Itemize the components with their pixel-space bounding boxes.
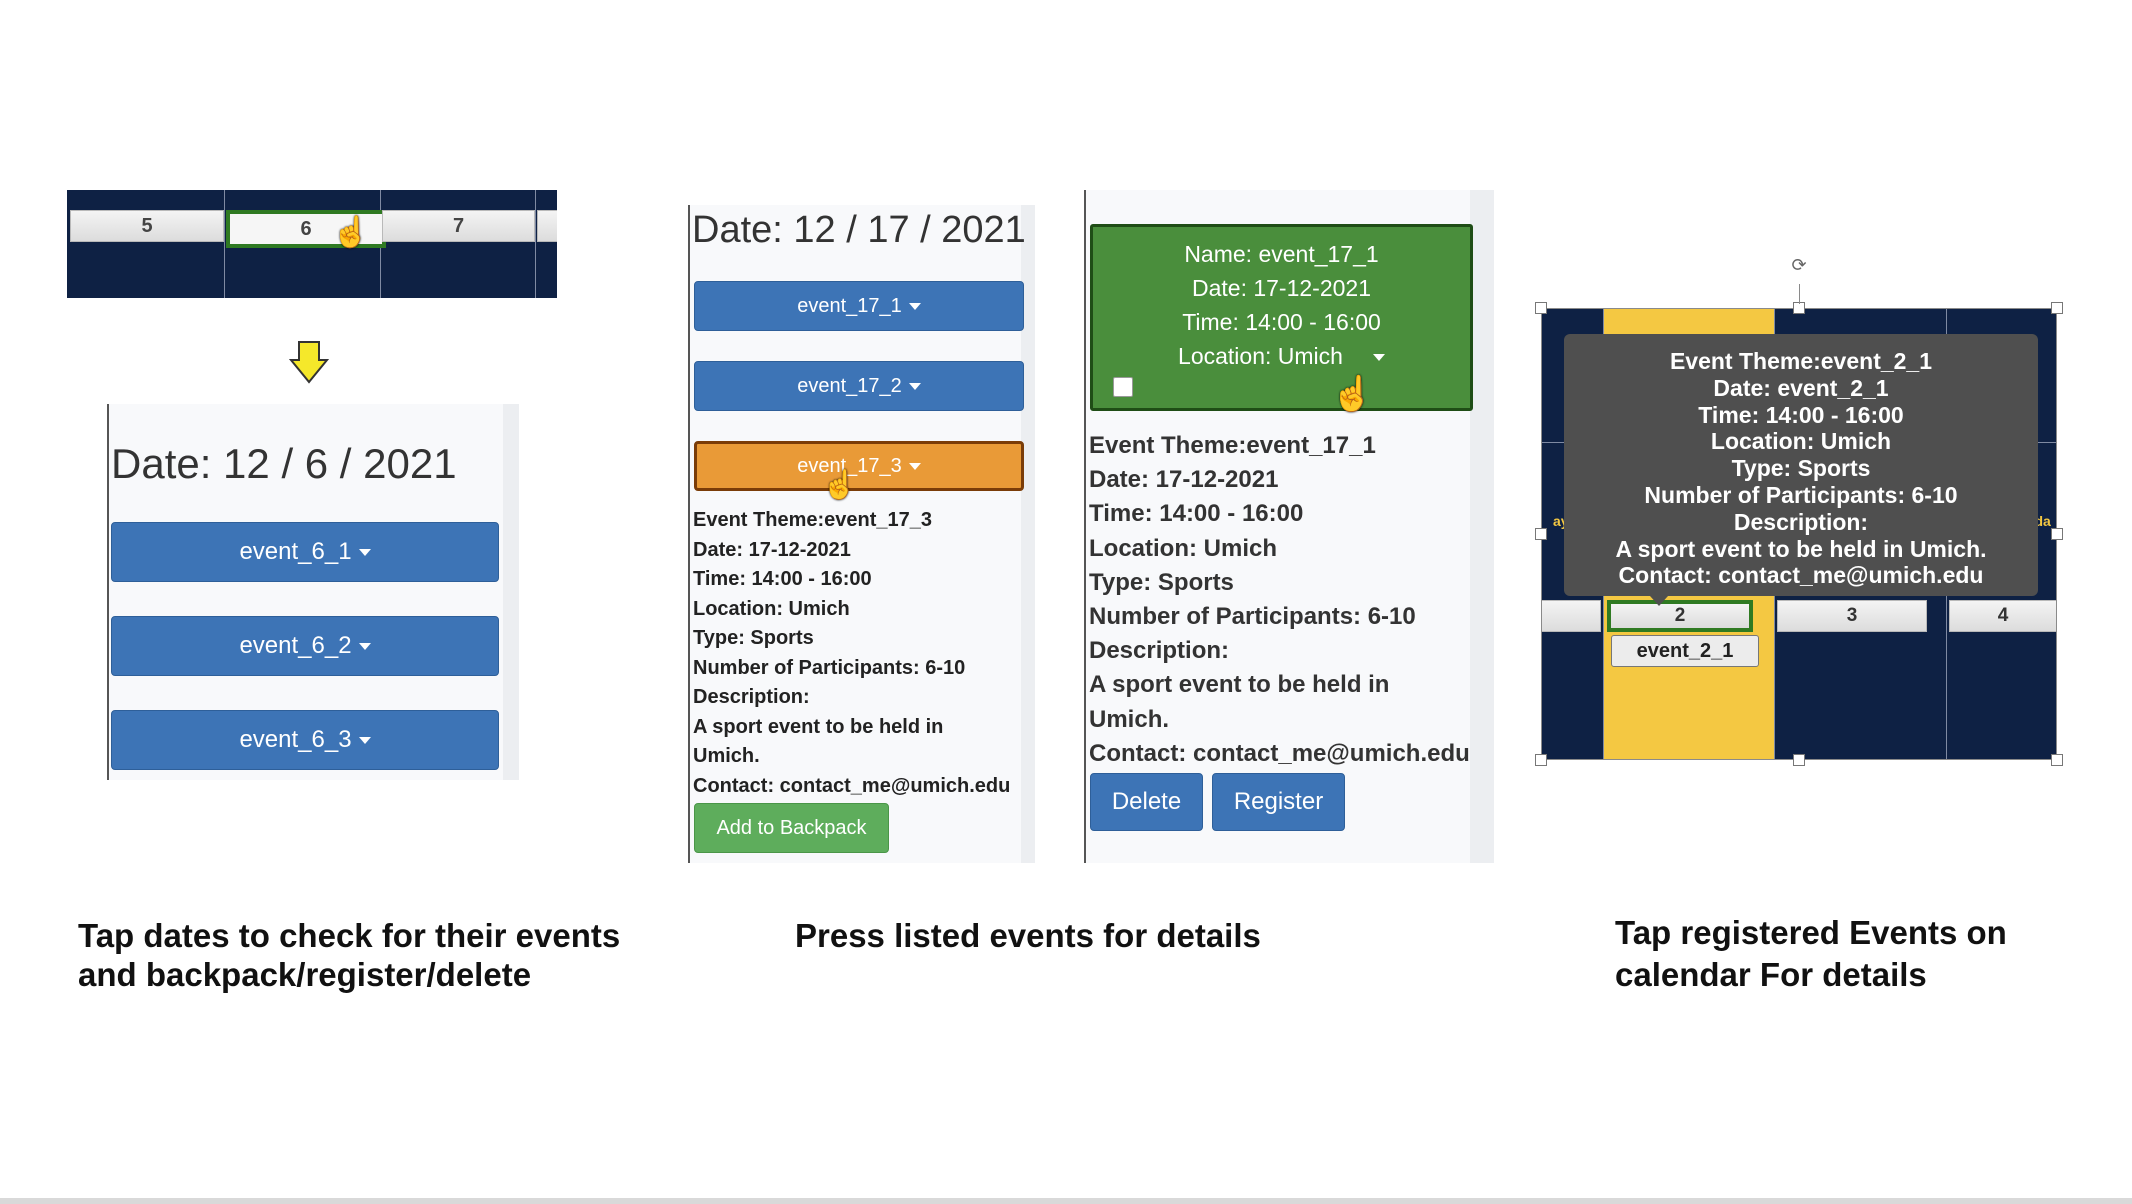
scrollbar[interactable] — [1470, 190, 1494, 863]
event-details: Event Theme:event_17_1 Date: 17-12-2021 … — [1089, 429, 1470, 771]
checkbox-icon[interactable] — [1113, 377, 1133, 397]
bottom-divider — [0, 1198, 2132, 1204]
resize-handle[interactable] — [1535, 754, 1547, 766]
register-button[interactable]: Register — [1212, 773, 1345, 831]
resize-handle[interactable] — [2051, 528, 2063, 540]
event-button-event_6_1[interactable]: event_6_1 — [111, 522, 499, 582]
grid-line — [224, 190, 225, 298]
rotate-icon[interactable]: ⟳ — [1788, 254, 1810, 276]
caret-down-icon — [358, 736, 371, 744]
detail-participants: Number of Participants: 6-10 — [693, 656, 966, 679]
detail-description-label: Description: — [693, 686, 810, 708]
detail-date: Date: 17-12-2021 — [693, 538, 851, 561]
hand-pointer-icon: ☝ — [1331, 375, 1374, 413]
resize-handle[interactable] — [1793, 754, 1805, 766]
event-button-event_17_1[interactable]: event_17_1 — [694, 281, 1024, 331]
detail-description-text: A sport event to be held in — [693, 715, 944, 738]
caption-line: and backpack/register/delete — [78, 956, 532, 993]
event-detail-panel: Name: event_17_1 Date: 17-12-2021 Time: … — [1084, 190, 1494, 863]
detail-theme: Event Theme:event_17_3 — [693, 509, 933, 531]
caption-events: Press listed events for details — [795, 917, 1261, 954]
detail-participants: Number of Participants: 6-10 — [1089, 603, 1416, 631]
event-label: event_6_2 — [239, 632, 352, 659]
selection-frame[interactable] — [1541, 308, 2057, 760]
caption-dates: Tap dates to check for their events and … — [78, 916, 620, 994]
caption-line: Tap dates to check for their events — [78, 917, 621, 954]
resize-handle[interactable] — [1535, 528, 1547, 540]
down-arrow-icon — [289, 341, 329, 384]
caret-down-icon — [358, 642, 371, 650]
event-label: event_6_1 — [239, 538, 352, 565]
caption-calendar: Tap registered Events on calendar For de… — [1615, 912, 2007, 996]
date-header: Date: 12 / 17 / 2021 — [692, 209, 1026, 251]
event-label: event_17_2 — [797, 374, 902, 397]
card-location-text: Location: Umich — [1178, 343, 1343, 369]
detail-time: Time: 14:00 - 16:00 — [693, 568, 872, 590]
event-button-event_6_2[interactable]: event_6_2 — [111, 616, 499, 676]
resize-handle[interactable] — [2051, 754, 2063, 766]
detail-type: Type: Sports — [1089, 568, 1234, 596]
resize-handle[interactable] — [1535, 302, 1547, 314]
event-button-event_6_3[interactable]: event_6_3 — [111, 710, 499, 770]
card-name: Name: event_17_1 — [1184, 241, 1379, 267]
event-button-event_17_3[interactable]: event_17_3 — [694, 441, 1024, 491]
event-label: event_6_3 — [239, 726, 352, 753]
add-to-backpack-button[interactable]: Add to Backpack — [694, 803, 889, 853]
caption-line: Tap registered Events on — [1615, 914, 2007, 951]
caret-down-icon — [908, 462, 921, 470]
detail-theme: Event Theme:event_17_1 — [1089, 432, 1376, 459]
card-time: Time: 14:00 - 16:00 — [1182, 309, 1381, 335]
rotate-stem — [1799, 284, 1800, 304]
event-button-event_17_2[interactable]: event_17_2 — [694, 361, 1024, 411]
detail-contact: Contact: contact_me@umich.edu — [1089, 739, 1470, 767]
hand-pointer-icon: ☝ — [332, 216, 370, 249]
grid-line — [535, 190, 536, 298]
detail-type: Type: Sports — [693, 627, 814, 649]
detail-location: Location: Umich — [693, 597, 850, 620]
event-list-expanded: Date: 12 / 17 / 2021 event_17_1 event_17… — [688, 205, 1035, 863]
resize-handle[interactable] — [2051, 302, 2063, 314]
detail-description-text: A sport event to be held in — [1089, 671, 1390, 699]
detail-description-text: Umich. — [693, 745, 760, 767]
detail-contact: Contact: contact_me@umich.edu — [693, 774, 1011, 797]
event-label: event_17_1 — [797, 294, 902, 317]
detail-description-text: Umich. — [1089, 705, 1170, 733]
detail-time: Time: 14:00 - 16:00 — [1089, 500, 1304, 528]
detail-date: Date: 17-12-2021 — [1089, 466, 1279, 494]
detail-location: Location: Umich — [1089, 534, 1278, 562]
calendar-day-label: 6 — [300, 217, 312, 240]
card-date: Date: 17-12-2021 — [1191, 275, 1371, 301]
calendar-day-7[interactable]: 7 — [382, 210, 535, 242]
calendar-day-next[interactable] — [537, 210, 557, 242]
caret-down-icon — [908, 302, 921, 310]
event-card-event_17_1[interactable]: Name: event_17_1 Date: 17-12-2021 Time: … — [1090, 224, 1473, 411]
calendar-strip-week: 5 6 7 ☝ — [67, 190, 557, 298]
hand-pointer-icon: ☝ — [822, 469, 857, 500]
date-event-list: Date: 12 / 6 / 2021 event_6_1 event_6_2 … — [107, 404, 519, 780]
caption-line: calendar For details — [1615, 956, 1927, 993]
calendar-day-5[interactable]: 5 — [70, 210, 224, 242]
scrollbar[interactable] — [503, 404, 519, 780]
caret-down-icon — [1372, 354, 1385, 362]
caret-down-icon — [358, 548, 371, 556]
card-location: Location: Umich — [1093, 339, 1470, 373]
caret-down-icon — [908, 382, 921, 390]
delete-button[interactable]: Delete — [1090, 773, 1203, 831]
date-header: Date: 12 / 6 / 2021 — [111, 440, 457, 487]
detail-description-label: Description: — [1089, 637, 1230, 665]
event-details: Event Theme:event_17_3 Date: 17-12-2021 … — [693, 506, 1010, 801]
